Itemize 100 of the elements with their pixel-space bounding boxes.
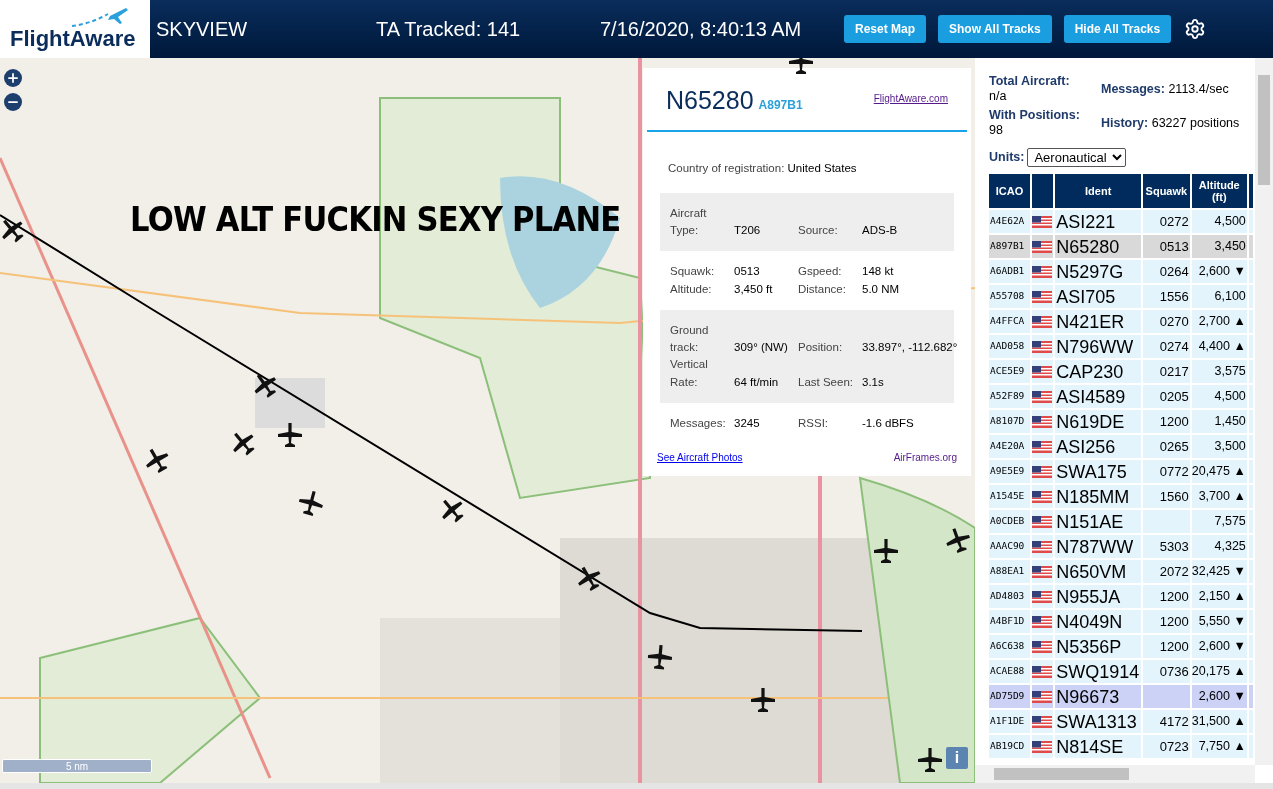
squawk-cell — [1143, 685, 1190, 708]
icao-cell: A52F89 — [989, 385, 1030, 408]
field-value: 33.897°, -112.682° — [862, 340, 958, 355]
airplane-icon[interactable] — [576, 565, 602, 591]
airplane-icon[interactable] — [873, 538, 899, 564]
icao-cell: AB19CD — [989, 735, 1030, 758]
aircraft-row[interactable]: A9E5E9 SWA175 0772 20,475 ▲ — [989, 460, 1253, 483]
aircraft-row[interactable]: A1F1DE SWA1313 4172 31,500 ▲ — [989, 710, 1253, 733]
map-caption: LOW ALT FUCKIN SEXY PLANE — [130, 198, 621, 241]
aircraft-row[interactable]: A55708 ASI705 1556 6,100 — [989, 285, 1253, 308]
flightaware-link[interactable]: FlightAware.com — [873, 90, 948, 106]
airplane-icon[interactable] — [298, 490, 324, 516]
tracked-count: TA Tracked: 141 — [376, 17, 522, 42]
icao-cell: A6C638 — [989, 635, 1030, 658]
squawk-cell: 1556 — [1143, 285, 1190, 308]
altitude-cell: 7,750 ▲ — [1191, 735, 1247, 758]
airplane-icon[interactable] — [750, 687, 776, 713]
ident-cell: N4049N — [1055, 610, 1141, 633]
flag-icon — [1031, 590, 1052, 603]
aircraft-row[interactable]: A6C638 N5356P 1200 2,600 ▼ — [989, 635, 1253, 658]
aircraft-row[interactable]: A4FFCA N421ER 0270 2,700 ▲ — [989, 310, 1253, 333]
icao-cell: A4FFCA — [989, 310, 1030, 333]
aircraft-row[interactable]: AAD058 N796WW 0274 4,400 ▲ — [989, 335, 1253, 358]
flag-icon — [1031, 215, 1052, 228]
altitude-cell: 3,450 — [1191, 235, 1247, 258]
airplane-icon[interactable] — [945, 527, 971, 553]
icao-cell: A4E20A — [989, 435, 1030, 458]
aircraft-row[interactable]: AB19CD N814SE 0723 7,750 ▲ — [989, 735, 1253, 758]
aircraft-row[interactable]: A1545E N185MM 1560 3,700 ▲ — [989, 485, 1253, 508]
aircraft-row[interactable]: A0CDEB N151AE 7,575 — [989, 510, 1253, 533]
aircraft-row[interactable]: AD75D9 N96673 2,600 ▼ — [989, 685, 1253, 708]
ident-cell: CAP230 — [1055, 360, 1141, 383]
ident-cell: ASI221 — [1055, 210, 1141, 233]
icao-cell: A8107D — [989, 410, 1030, 433]
column-header[interactable]: Squawk — [1143, 174, 1190, 208]
airplane-icon[interactable] — [647, 644, 673, 670]
icao-cell: A4E62A — [989, 210, 1030, 233]
flag-icon — [1031, 515, 1052, 528]
icao-cell: A55708 — [989, 285, 1030, 308]
field-label: RSSI: — [798, 415, 830, 431]
field-label: Altitude: — [670, 281, 713, 297]
vertical-scrollbar[interactable] — [1255, 58, 1273, 765]
settings-icon[interactable] — [1184, 18, 1207, 40]
stat-label: Messages: — [1101, 82, 1166, 96]
altitude-cell: 7,575 — [1191, 510, 1247, 533]
altitude-cell: 2,600 ▼ — [1191, 635, 1247, 658]
aircraft-row[interactable]: ACAE88 SWQ1914 0736 20,175 ▲ — [989, 660, 1253, 683]
field-value: 3245 — [734, 415, 761, 431]
aircraft-row[interactable]: A88EA1 N650VM 2072 32,425 ▼ — [989, 560, 1253, 583]
column-header[interactable]: Altitude (ft) — [1191, 174, 1247, 208]
plus-icon — [6, 71, 20, 85]
airplane-icon[interactable] — [144, 447, 170, 473]
units-select[interactable]: Aeronautical — [1027, 148, 1127, 167]
flag-icon — [1031, 240, 1052, 253]
flag-icon — [1031, 315, 1052, 328]
field-value: 148 kt — [862, 264, 895, 280]
flag-icon — [1031, 740, 1052, 753]
flag-icon — [1031, 465, 1052, 478]
country-label: Country of registration: — [668, 161, 786, 174]
aircraft-row[interactable]: A4E20A ASI256 0265 3,500 — [989, 435, 1253, 458]
horizontal-scrollbar[interactable] — [975, 765, 1255, 783]
icao-cell: A4BF1D — [989, 610, 1030, 633]
altitude-cell: 4,400 ▲ — [1191, 335, 1247, 358]
aircraft-row[interactable]: ACE5E9 CAP230 0217 3,575 — [989, 360, 1253, 383]
flag-icon — [1031, 290, 1052, 303]
field-value: -1.6 dBFS — [862, 415, 915, 431]
airplane-icon[interactable] — [917, 747, 943, 773]
icao-cell: A88EA1 — [989, 560, 1030, 583]
aircraft-row[interactable]: AD4803 N955JA 1200 2,150 ▲ — [989, 585, 1253, 608]
squawk-cell: 0265 — [1143, 435, 1190, 458]
popup-ident: N65280 — [666, 85, 754, 116]
altitude-cell: 3,500 — [1191, 435, 1247, 458]
flag-icon — [1031, 540, 1052, 553]
squawk-cell: 1200 — [1143, 585, 1190, 608]
aircraft-row[interactable]: AAAC90 N787WW 5303 4,325 — [989, 535, 1253, 558]
stat-value: n/a — [989, 89, 1008, 104]
aircraft-row[interactable]: A52F89 ASI4589 0205 4,500 — [989, 385, 1253, 408]
ident-cell: SWA1313 — [1055, 710, 1141, 733]
airframes-link[interactable]: AirFrames.org — [893, 450, 957, 465]
squawk-cell: 0270 — [1143, 310, 1190, 333]
aircraft-photos-link[interactable]: See Aircraft Photos — [657, 450, 743, 465]
squawk-cell: 0205 — [1143, 385, 1190, 408]
aircraft-row[interactable]: A897B1 N65280 0513 3,450 — [989, 235, 1253, 258]
aircraft-row[interactable]: A4BF1D N4049N 1200 5,550 ▼ — [989, 610, 1253, 633]
ident-cell: N955JA — [1055, 585, 1141, 608]
airplane-icon[interactable] — [277, 422, 303, 448]
aircraft-row[interactable]: A8107D N619DE 1200 1,450 — [989, 410, 1253, 433]
altitude-cell: 2,150 ▲ — [1191, 585, 1247, 608]
stat-label: History: — [1101, 116, 1150, 130]
altitude-cell: 4,500 — [1191, 385, 1247, 408]
column-header[interactable]: Ident — [1055, 174, 1141, 208]
stat-label: Total Aircraft: — [989, 74, 1070, 88]
aircraft-row[interactable]: A4E62A ASI221 0272 4,500 — [989, 210, 1253, 233]
info-button[interactable]: i — [946, 747, 968, 769]
popup-icao: A897B1 — [758, 97, 803, 114]
airplane-icon[interactable] — [252, 372, 278, 398]
airplane-icon[interactable] — [0, 217, 25, 243]
ident-cell: N185MM — [1055, 485, 1141, 508]
aircraft-row[interactable]: A6ADB1 N5297G 0264 2,600 ▼ — [989, 260, 1253, 283]
column-header[interactable]: ICAO — [989, 174, 1030, 208]
